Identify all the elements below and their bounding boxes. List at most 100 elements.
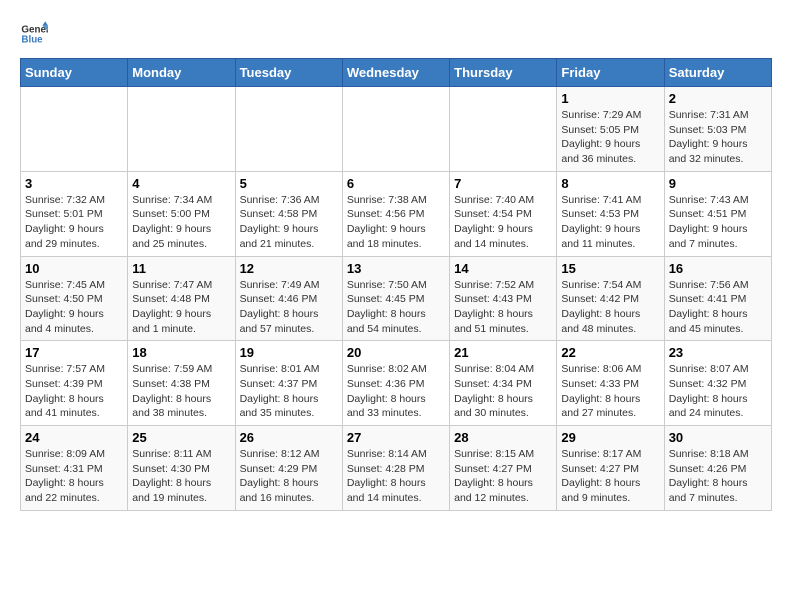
day-number: 21 xyxy=(454,345,552,360)
calendar-cell: 30 Sunrise: 8:18 AM Sunset: 4:26 PM Dayli… xyxy=(664,426,771,511)
calendar-cell: 19 Sunrise: 8:01 AM Sunset: 4:37 PM Dayli… xyxy=(235,341,342,426)
calendar-cell: 26 Sunrise: 8:12 AM Sunset: 4:29 PM Dayli… xyxy=(235,426,342,511)
day-number: 22 xyxy=(561,345,659,360)
day-number: 15 xyxy=(561,261,659,276)
weekday-header-tuesday: Tuesday xyxy=(235,59,342,87)
day-number: 17 xyxy=(25,345,123,360)
day-info: Sunrise: 7:52 AM Sunset: 4:43 PM Dayligh… xyxy=(454,278,552,337)
header: General Blue xyxy=(20,20,772,48)
day-info: Sunrise: 7:29 AM Sunset: 5:05 PM Dayligh… xyxy=(561,108,659,167)
logo: General Blue xyxy=(20,20,52,48)
calendar-cell: 12 Sunrise: 7:49 AM Sunset: 4:46 PM Dayli… xyxy=(235,256,342,341)
calendar-cell: 21Sunrise: 8:04 AM Sunset: 4:34 PM Dayli… xyxy=(450,341,557,426)
calendar-cell: 17 Sunrise: 7:57 AM Sunset: 4:39 PM Dayli… xyxy=(21,341,128,426)
day-number: 24 xyxy=(25,430,123,445)
calendar-cell: 1 Sunrise: 7:29 AM Sunset: 5:05 PM Daylig… xyxy=(557,87,664,172)
day-number: 26 xyxy=(240,430,338,445)
calendar-cell: 3Sunrise: 7:32 AM Sunset: 5:01 PM Daylig… xyxy=(21,171,128,256)
day-number: 27 xyxy=(347,430,445,445)
calendar-cell: 14 Sunrise: 7:52 AM Sunset: 4:43 PM Dayli… xyxy=(450,256,557,341)
calendar-cell xyxy=(21,87,128,172)
calendar-cell: 5 Sunrise: 7:36 AM Sunset: 4:58 PM Daylig… xyxy=(235,171,342,256)
weekday-header-wednesday: Wednesday xyxy=(342,59,449,87)
day-number: 11 xyxy=(132,261,230,276)
calendar-cell: 29 Sunrise: 8:17 AM Sunset: 4:27 PM Dayli… xyxy=(557,426,664,511)
day-number: 1 xyxy=(561,91,659,106)
day-number: 20 xyxy=(347,345,445,360)
day-info: Sunrise: 7:50 AM Sunset: 4:45 PM Dayligh… xyxy=(347,278,445,337)
calendar-cell: 11 Sunrise: 7:47 AM Sunset: 4:48 PM Dayli… xyxy=(128,256,235,341)
calendar-cell: 8 Sunrise: 7:41 AM Sunset: 4:53 PM Daylig… xyxy=(557,171,664,256)
day-number: 2 xyxy=(669,91,767,106)
calendar-cell xyxy=(128,87,235,172)
day-info: Sunrise: 8:12 AM Sunset: 4:29 PM Dayligh… xyxy=(240,447,338,506)
day-number: 19 xyxy=(240,345,338,360)
day-info: Sunrise: 8:18 AM Sunset: 4:26 PM Dayligh… xyxy=(669,447,767,506)
day-info: Sunrise: 8:14 AM Sunset: 4:28 PM Dayligh… xyxy=(347,447,445,506)
day-info: Sunrise: 7:38 AM Sunset: 4:56 PM Dayligh… xyxy=(347,193,445,252)
day-info: Sunrise: 8:02 AM Sunset: 4:36 PM Dayligh… xyxy=(347,362,445,421)
calendar-cell xyxy=(450,87,557,172)
day-info: Sunrise: 8:15 AM Sunset: 4:27 PM Dayligh… xyxy=(454,447,552,506)
day-number: 5 xyxy=(240,176,338,191)
day-info: Sunrise: 7:54 AM Sunset: 4:42 PM Dayligh… xyxy=(561,278,659,337)
weekday-header-friday: Friday xyxy=(557,59,664,87)
day-info: Sunrise: 7:47 AM Sunset: 4:48 PM Dayligh… xyxy=(132,278,230,337)
day-number: 8 xyxy=(561,176,659,191)
calendar-cell: 16 Sunrise: 7:56 AM Sunset: 4:41 PM Dayli… xyxy=(664,256,771,341)
calendar-cell: 25 Sunrise: 8:11 AM Sunset: 4:30 PM Dayli… xyxy=(128,426,235,511)
day-number: 29 xyxy=(561,430,659,445)
day-info: Sunrise: 7:45 AM Sunset: 4:50 PM Dayligh… xyxy=(25,278,123,337)
day-number: 12 xyxy=(240,261,338,276)
calendar-cell: 7 Sunrise: 7:40 AM Sunset: 4:54 PM Daylig… xyxy=(450,171,557,256)
calendar-cell: 13 Sunrise: 7:50 AM Sunset: 4:45 PM Dayli… xyxy=(342,256,449,341)
day-number: 14 xyxy=(454,261,552,276)
day-number: 10 xyxy=(25,261,123,276)
calendar-cell: 18 Sunrise: 7:59 AM Sunset: 4:38 PM Dayli… xyxy=(128,341,235,426)
day-info: Sunrise: 8:07 AM Sunset: 4:32 PM Dayligh… xyxy=(669,362,767,421)
day-info: Sunrise: 7:49 AM Sunset: 4:46 PM Dayligh… xyxy=(240,278,338,337)
day-info: Sunrise: 7:40 AM Sunset: 4:54 PM Dayligh… xyxy=(454,193,552,252)
day-info: Sunrise: 7:56 AM Sunset: 4:41 PM Dayligh… xyxy=(669,278,767,337)
day-info: Sunrise: 8:09 AM Sunset: 4:31 PM Dayligh… xyxy=(25,447,123,506)
day-info: Sunrise: 7:59 AM Sunset: 4:38 PM Dayligh… xyxy=(132,362,230,421)
day-number: 23 xyxy=(669,345,767,360)
day-number: 16 xyxy=(669,261,767,276)
day-number: 7 xyxy=(454,176,552,191)
day-number: 9 xyxy=(669,176,767,191)
calendar-cell: 23 Sunrise: 8:07 AM Sunset: 4:32 PM Dayli… xyxy=(664,341,771,426)
weekday-header-monday: Monday xyxy=(128,59,235,87)
day-info: Sunrise: 7:43 AM Sunset: 4:51 PM Dayligh… xyxy=(669,193,767,252)
calendar-cell: 24 Sunrise: 8:09 AM Sunset: 4:31 PM Dayli… xyxy=(21,426,128,511)
calendar-cell: 4 Sunrise: 7:34 AM Sunset: 5:00 PM Daylig… xyxy=(128,171,235,256)
day-info: Sunrise: 8:11 AM Sunset: 4:30 PM Dayligh… xyxy=(132,447,230,506)
day-number: 18 xyxy=(132,345,230,360)
day-info: Sunrise: 7:41 AM Sunset: 4:53 PM Dayligh… xyxy=(561,193,659,252)
calendar-cell: 28Sunrise: 8:15 AM Sunset: 4:27 PM Dayli… xyxy=(450,426,557,511)
calendar-cell: 15 Sunrise: 7:54 AM Sunset: 4:42 PM Dayli… xyxy=(557,256,664,341)
calendar-table: SundayMondayTuesdayWednesdayThursdayFrid… xyxy=(20,58,772,511)
calendar-cell: 9 Sunrise: 7:43 AM Sunset: 4:51 PM Daylig… xyxy=(664,171,771,256)
calendar-cell: 22 Sunrise: 8:06 AM Sunset: 4:33 PM Dayli… xyxy=(557,341,664,426)
day-info: Sunrise: 7:34 AM Sunset: 5:00 PM Dayligh… xyxy=(132,193,230,252)
calendar-cell xyxy=(235,87,342,172)
calendar-cell xyxy=(342,87,449,172)
day-info: Sunrise: 7:31 AM Sunset: 5:03 PM Dayligh… xyxy=(669,108,767,167)
calendar-cell: 10 Sunrise: 7:45 AM Sunset: 4:50 PM Dayli… xyxy=(21,256,128,341)
weekday-header-sunday: Sunday xyxy=(21,59,128,87)
day-number: 13 xyxy=(347,261,445,276)
day-info: Sunrise: 8:17 AM Sunset: 4:27 PM Dayligh… xyxy=(561,447,659,506)
calendar-cell: 20 Sunrise: 8:02 AM Sunset: 4:36 PM Dayli… xyxy=(342,341,449,426)
day-info: Sunrise: 8:06 AM Sunset: 4:33 PM Dayligh… xyxy=(561,362,659,421)
calendar-cell: 2 Sunrise: 7:31 AM Sunset: 5:03 PM Daylig… xyxy=(664,87,771,172)
day-number: 3 xyxy=(25,176,123,191)
day-number: 25 xyxy=(132,430,230,445)
day-number: 4 xyxy=(132,176,230,191)
day-info: Sunrise: 7:36 AM Sunset: 4:58 PM Dayligh… xyxy=(240,193,338,252)
calendar-cell: 27 Sunrise: 8:14 AM Sunset: 4:28 PM Dayli… xyxy=(342,426,449,511)
day-info: Sunrise: 7:57 AM Sunset: 4:39 PM Dayligh… xyxy=(25,362,123,421)
day-info: Sunrise: 8:01 AM Sunset: 4:37 PM Dayligh… xyxy=(240,362,338,421)
day-number: 30 xyxy=(669,430,767,445)
calendar-cell: 6 Sunrise: 7:38 AM Sunset: 4:56 PM Daylig… xyxy=(342,171,449,256)
day-number: 6 xyxy=(347,176,445,191)
